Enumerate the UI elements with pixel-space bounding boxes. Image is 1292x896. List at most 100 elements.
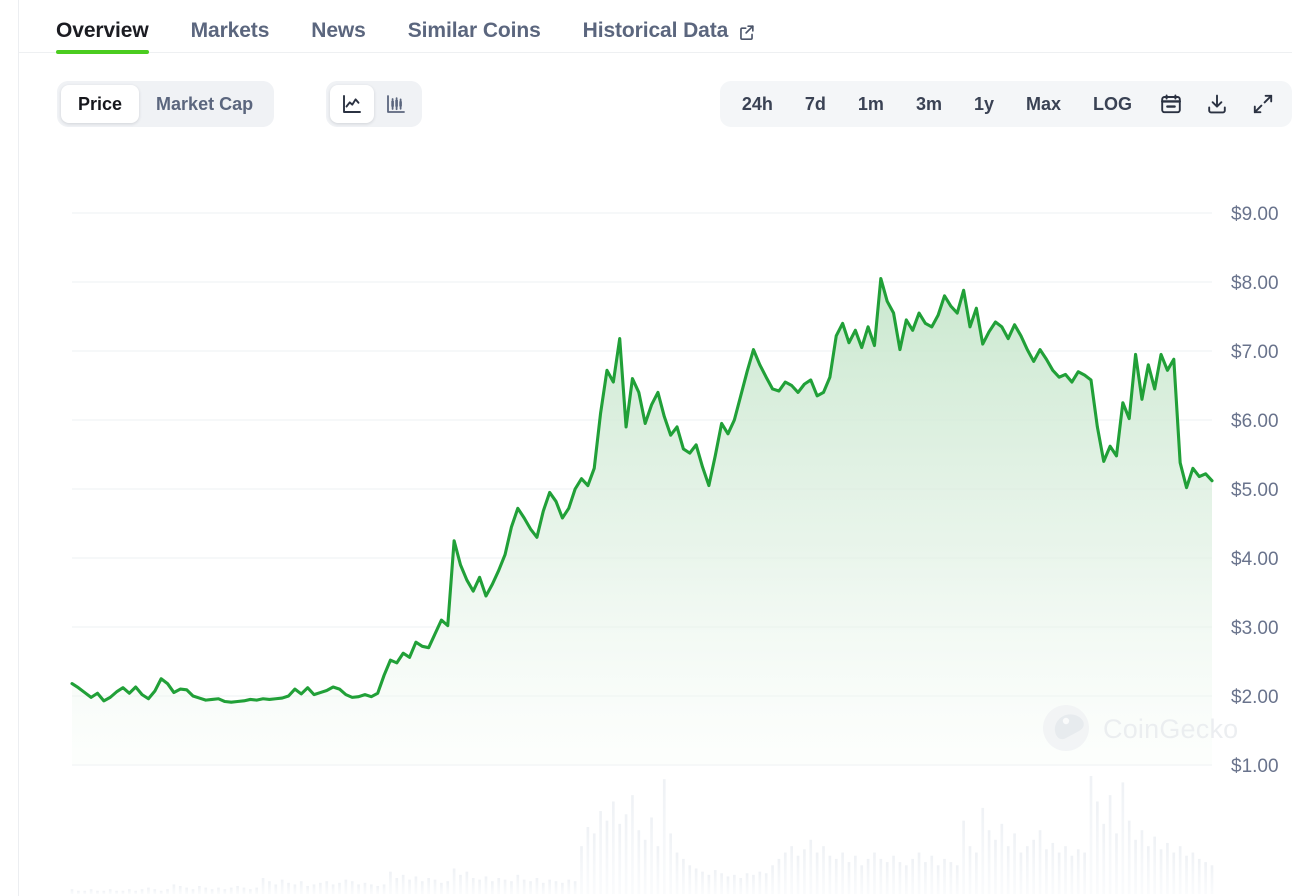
volume-bar <box>555 881 558 894</box>
volume-bar <box>924 862 927 894</box>
range-1y-button[interactable]: 1y <box>958 85 1010 123</box>
volume-bar <box>695 868 698 894</box>
volume-bar <box>491 881 494 894</box>
volume-bar <box>829 856 832 894</box>
volume-bar <box>389 872 392 894</box>
volume-bar <box>1007 846 1010 894</box>
chart-type-line-button[interactable] <box>330 85 374 123</box>
volume-bar <box>472 878 475 894</box>
volume-bar <box>880 859 883 894</box>
volume-bar <box>141 889 144 894</box>
time-range-group: 24h7d1m3m1yMaxLOG <box>720 81 1292 127</box>
volume-bar <box>173 884 176 894</box>
volume-bar <box>981 808 984 894</box>
price-chart[interactable]: CoinGecko $9.00$8.00$7.00$6.00$5.00$4.00… <box>19 143 1292 896</box>
range-1m-button[interactable]: 1m <box>842 85 900 123</box>
y-axis-tick-label: $5.00 <box>1231 480 1279 501</box>
volume-bar <box>294 884 297 894</box>
volume-bar <box>402 875 405 894</box>
volume-bar <box>313 884 316 894</box>
volume-bar <box>644 840 647 894</box>
calendar-icon <box>1159 92 1183 116</box>
volume-bar <box>854 856 857 894</box>
volume-bar <box>103 891 106 894</box>
volume-bar <box>217 888 220 894</box>
volume-bar <box>606 821 609 894</box>
volume-bar <box>249 889 252 894</box>
volume-bar <box>147 888 150 894</box>
volume-bar <box>134 891 137 894</box>
volume-bar <box>434 880 437 894</box>
volume-bar <box>561 883 564 894</box>
volume-bar <box>650 817 653 894</box>
volume-bar <box>1160 849 1163 894</box>
tab-markets[interactable]: Markets <box>191 9 270 53</box>
volume-bar <box>911 859 914 894</box>
range-7d-button[interactable]: 7d <box>789 85 842 123</box>
tab-label: News <box>311 19 365 43</box>
volume-bar <box>746 873 749 894</box>
range-max-button[interactable]: Max <box>1010 85 1077 123</box>
volume-bar <box>835 859 838 894</box>
y-axis-tick-label: $2.00 <box>1231 687 1279 708</box>
volume-bar <box>351 881 354 894</box>
download-chart-button[interactable] <box>1194 85 1240 123</box>
volume-bar <box>784 853 787 894</box>
volume-bar <box>1198 859 1201 894</box>
volume-bar <box>459 875 462 894</box>
volume-bar <box>523 880 526 894</box>
volume-bar <box>778 859 781 894</box>
metric-market-cap-button[interactable]: Market Cap <box>139 85 270 123</box>
volume-bar <box>733 875 736 894</box>
volume-bar <box>122 891 125 894</box>
volume-bar <box>669 833 672 894</box>
volume-bars <box>71 776 1214 894</box>
volume-bar <box>714 870 717 894</box>
metric-price-button[interactable]: Price <box>61 85 139 123</box>
volume-bar <box>1122 782 1125 894</box>
volume-bar <box>83 891 86 894</box>
line-chart-icon <box>340 92 364 116</box>
volume-bar <box>867 859 870 894</box>
range-3m-button[interactable]: 3m <box>900 85 958 123</box>
volume-bar <box>637 830 640 894</box>
volume-bar <box>771 865 774 894</box>
volume-bar <box>1045 849 1048 894</box>
volume-bar <box>631 795 634 894</box>
y-axis-tick-label: $6.00 <box>1231 411 1279 432</box>
volume-bar <box>1211 865 1214 894</box>
tab-historical-data[interactable]: Historical Data <box>583 9 757 53</box>
volume-bar <box>975 853 978 894</box>
date-range-picker-button[interactable] <box>1148 85 1194 123</box>
volume-bar <box>618 824 621 894</box>
volume-bar <box>440 883 443 894</box>
volume-bar <box>701 872 704 894</box>
volume-bar <box>166 889 169 894</box>
tab-label: Historical Data <box>583 19 729 43</box>
volume-bar <box>204 888 207 894</box>
range-24h-button[interactable]: 24h <box>726 85 789 123</box>
volume-bar <box>109 889 112 894</box>
tab-overview[interactable]: Overview <box>56 9 149 53</box>
tab-similar-coins[interactable]: Similar Coins <box>408 9 541 53</box>
tab-news[interactable]: News <box>311 9 365 53</box>
range-log-button[interactable]: LOG <box>1077 85 1148 123</box>
volume-bar <box>395 878 398 894</box>
volume-bar <box>370 884 373 894</box>
volume-bar <box>962 821 965 894</box>
price-chart-svg[interactable]: CoinGecko $9.00$8.00$7.00$6.00$5.00$4.00… <box>19 143 1292 896</box>
fullscreen-icon <box>1251 92 1275 116</box>
chart-type-candlestick-button[interactable] <box>374 85 418 123</box>
volume-bar <box>376 886 379 894</box>
fullscreen-chart-button[interactable] <box>1240 85 1286 123</box>
volume-bar <box>937 865 940 894</box>
volume-bar <box>873 853 876 894</box>
volume-bar <box>1039 830 1042 894</box>
y-axis-tick-label: $4.00 <box>1231 549 1279 570</box>
volume-bar <box>345 880 348 894</box>
volume-bar <box>657 846 660 894</box>
volume-bar <box>1147 846 1150 894</box>
volume-bar <box>860 865 863 894</box>
volume-bar <box>510 881 513 894</box>
volume-bar <box>198 886 201 894</box>
